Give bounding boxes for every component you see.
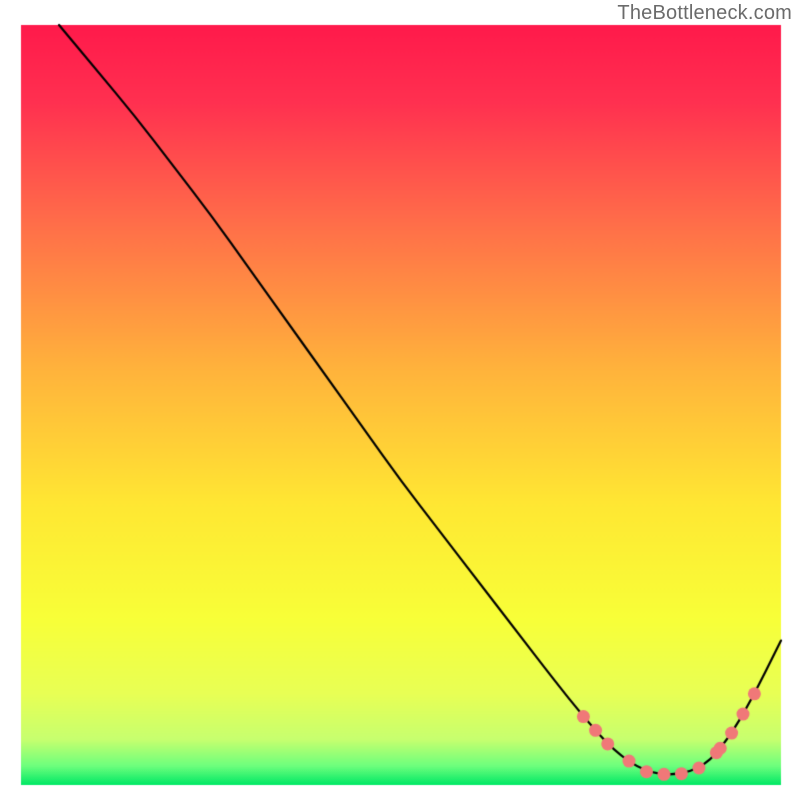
attribution-watermark: TheBottleneck.com [617, 2, 792, 25]
heat-gradient-background [0, 0, 800, 800]
chart-root: TheBottleneck.com [0, 0, 800, 800]
